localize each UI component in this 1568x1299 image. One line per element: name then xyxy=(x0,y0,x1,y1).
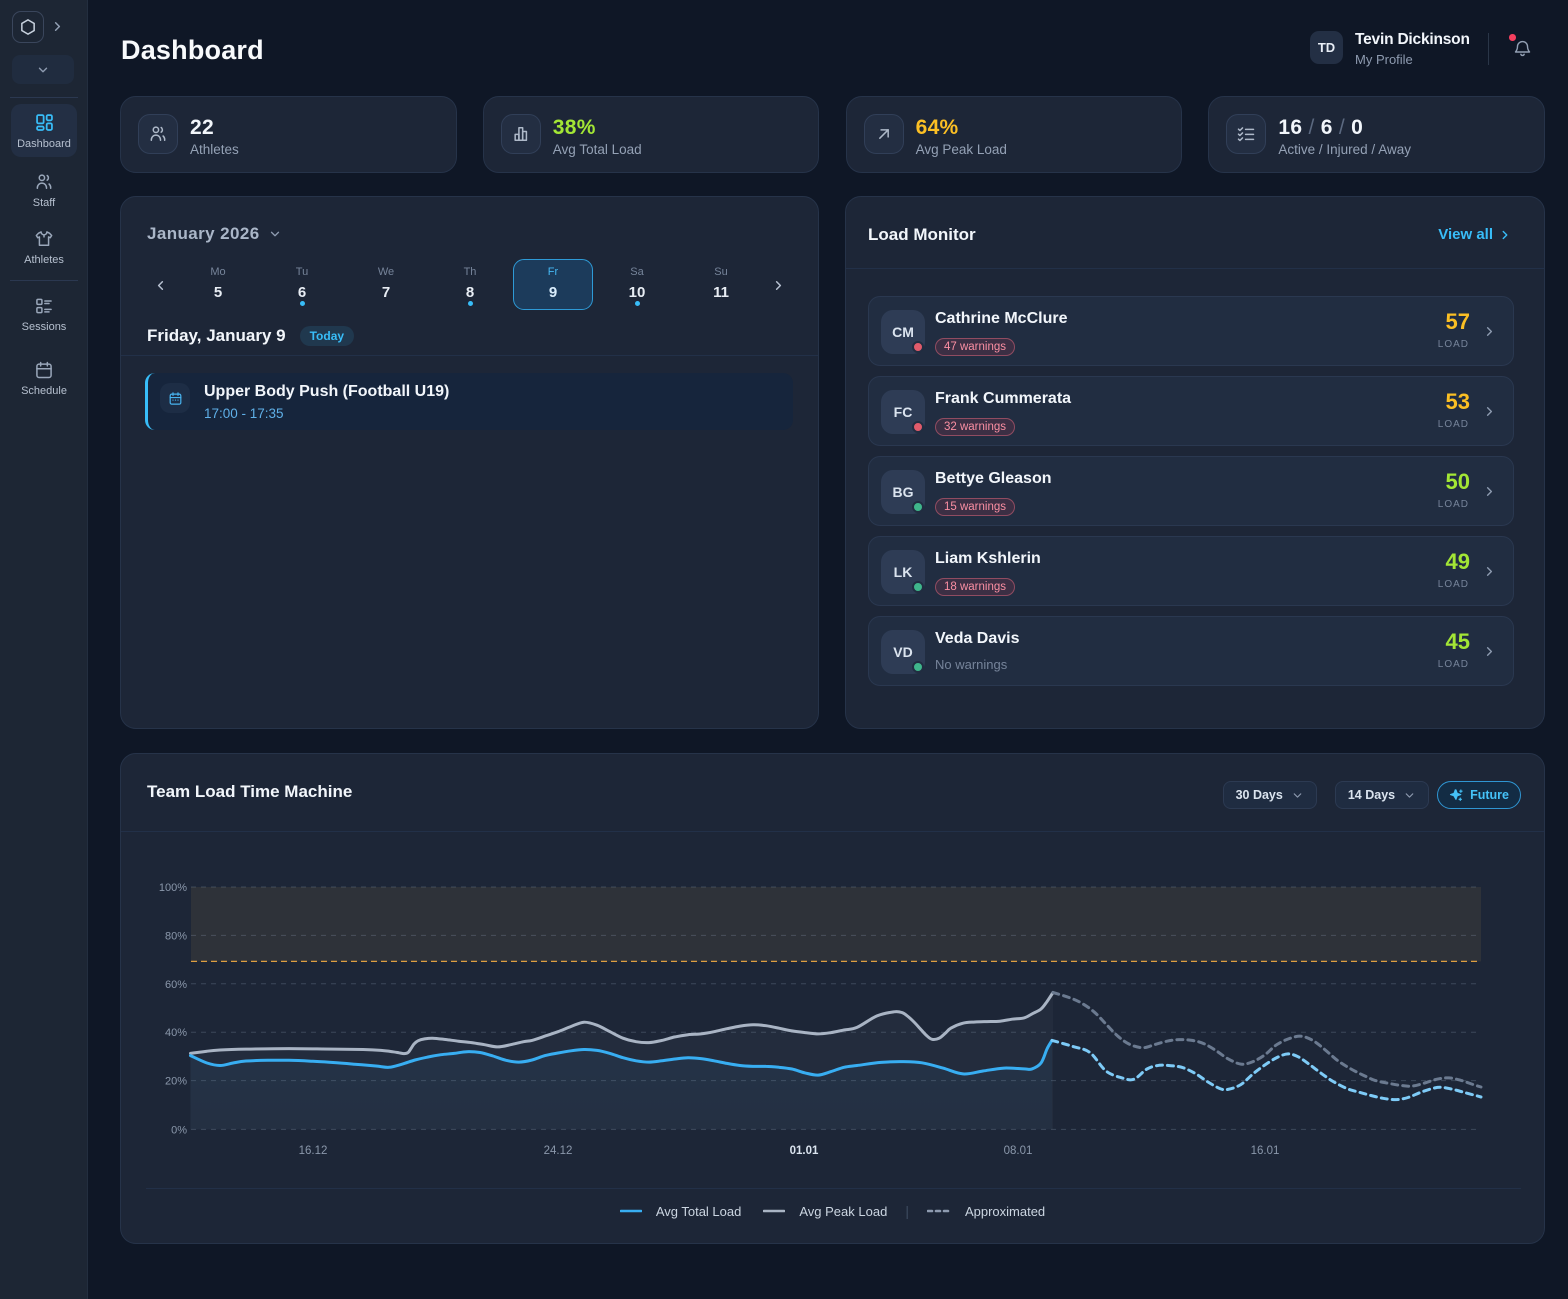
svg-text:16.01: 16.01 xyxy=(1251,1145,1280,1157)
svg-text:80%: 80% xyxy=(165,930,187,942)
svg-text:60%: 60% xyxy=(165,979,187,991)
svg-text:24.12: 24.12 xyxy=(544,1145,573,1157)
svg-text:08.01: 08.01 xyxy=(1004,1145,1033,1157)
svg-text:20%: 20% xyxy=(165,1076,187,1088)
svg-text:40%: 40% xyxy=(165,1027,187,1039)
svg-text:0%: 0% xyxy=(171,1124,187,1136)
svg-text:01.01: 01.01 xyxy=(790,1145,819,1157)
svg-text:16.12: 16.12 xyxy=(299,1145,328,1157)
svg-text:100%: 100% xyxy=(159,882,187,894)
